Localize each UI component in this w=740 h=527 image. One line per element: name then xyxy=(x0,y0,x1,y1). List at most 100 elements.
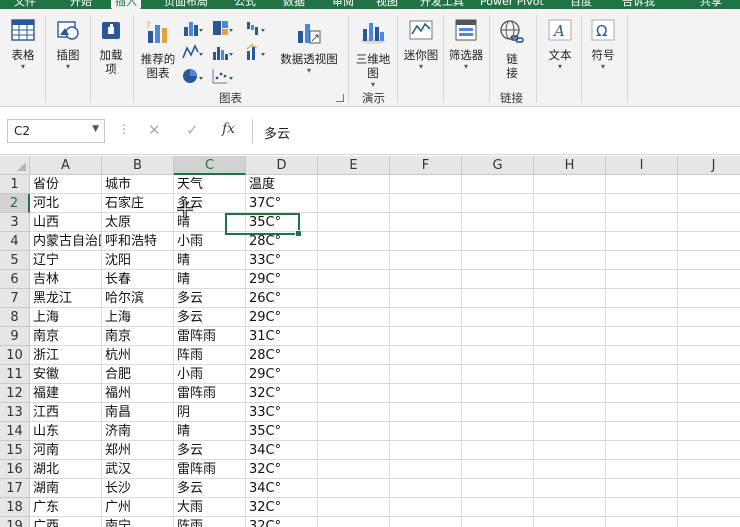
line-chart-icon[interactable] xyxy=(182,43,204,61)
addins-button[interactable]: 加载 项 xyxy=(94,19,128,76)
tab-developer[interactable]: 开发工具 xyxy=(420,0,464,9)
3d-map-button[interactable]: 三维地 图 ▾ xyxy=(353,19,393,90)
table-button[interactable]: 表格 ▾ xyxy=(6,19,40,72)
cell-a13[interactable]: 江西 xyxy=(30,403,101,422)
name-box[interactable]: C2 ▼ xyxy=(7,119,105,143)
column-header-a[interactable]: A xyxy=(30,156,102,175)
cell-d12[interactable]: 32C° xyxy=(246,384,317,403)
row-header-3[interactable]: 3 xyxy=(0,213,30,232)
cell-d13[interactable]: 33C° xyxy=(246,403,317,422)
tell-me-box[interactable]: 告诉我 xyxy=(622,0,655,9)
row-header-14[interactable]: 14 xyxy=(0,422,30,441)
row-header-15[interactable]: 15 xyxy=(0,441,30,460)
row-header-10[interactable]: 10 xyxy=(0,346,30,365)
cell-a2[interactable]: 河北 xyxy=(30,194,101,213)
cell-a16[interactable]: 湖北 xyxy=(30,460,101,479)
cell-d7[interactable]: 26C° xyxy=(246,289,317,308)
cell-b10[interactable]: 杭州 xyxy=(102,346,173,365)
cell-a9[interactable]: 南京 xyxy=(30,327,101,346)
cell-a7[interactable]: 黑龙江 xyxy=(30,289,101,308)
row-header-12[interactable]: 12 xyxy=(0,384,30,403)
cell-c14[interactable]: 晴 xyxy=(174,422,245,441)
cell-d14[interactable]: 35C° xyxy=(246,422,317,441)
cell-d9[interactable]: 31C° xyxy=(246,327,317,346)
cell-d5[interactable]: 33C° xyxy=(246,251,317,270)
column-header-d[interactable]: D xyxy=(246,156,318,175)
cell-b2[interactable]: 石家庄 xyxy=(102,194,173,213)
cell-b19[interactable]: 南宁 xyxy=(102,517,173,527)
row-header-11[interactable]: 11 xyxy=(0,365,30,384)
cell-d15[interactable]: 34C° xyxy=(246,441,317,460)
cell-a8[interactable]: 上海 xyxy=(30,308,101,327)
tab-home[interactable]: 开始 xyxy=(70,0,92,9)
row-header-2[interactable]: 2 xyxy=(0,194,30,213)
cell-c9[interactable]: 雷阵雨 xyxy=(174,327,245,346)
cell-a1[interactable]: 省份 xyxy=(30,175,101,194)
cell-a19[interactable]: 广西 xyxy=(30,517,101,527)
row-header-19[interactable]: 19 xyxy=(0,517,30,527)
tab-insert[interactable]: 插入 xyxy=(111,0,141,9)
row-header-16[interactable]: 16 xyxy=(0,460,30,479)
cell-b14[interactable]: 济南 xyxy=(102,422,173,441)
share-button[interactable]: 共享 xyxy=(700,0,722,9)
cell-d8[interactable]: 29C° xyxy=(246,308,317,327)
cell-c6[interactable]: 晴 xyxy=(174,270,245,289)
hierarchy-chart-icon[interactable] xyxy=(212,19,234,37)
cancel-icon[interactable]: ✕ xyxy=(148,121,161,139)
cell-a6[interactable]: 吉林 xyxy=(30,270,101,289)
cell-d18[interactable]: 32C° xyxy=(246,498,317,517)
waterfall-chart-icon[interactable] xyxy=(246,19,268,37)
tab-review[interactable]: 审阅 xyxy=(332,0,354,9)
column-header-b[interactable]: B xyxy=(102,156,174,175)
link-button[interactable]: 链 接 xyxy=(494,19,530,80)
cell-c7[interactable]: 多云 xyxy=(174,289,245,308)
tab-view[interactable]: 视图 xyxy=(376,0,398,9)
cell-c8[interactable]: 多云 xyxy=(174,308,245,327)
cell-b3[interactable]: 太原 xyxy=(102,213,173,232)
scatter-chart-icon[interactable] xyxy=(212,67,234,85)
row-header-1[interactable]: 1 xyxy=(0,175,30,194)
cell-c5[interactable]: 晴 xyxy=(174,251,245,270)
column-header-g[interactable]: G xyxy=(462,156,534,175)
tab-baidu[interactable]: 百度 xyxy=(570,0,592,9)
select-all-button[interactable] xyxy=(0,156,30,175)
tab-formulas[interactable]: 公式 xyxy=(234,0,256,9)
cell-a18[interactable]: 广东 xyxy=(30,498,101,517)
cell-b8[interactable]: 上海 xyxy=(102,308,173,327)
tab-power-pivot[interactable]: Power Pivot xyxy=(480,0,544,9)
cell-a15[interactable]: 河南 xyxy=(30,441,101,460)
filters-button[interactable]: 筛选器 ▾ xyxy=(446,19,486,72)
row-header-13[interactable]: 13 xyxy=(0,403,30,422)
cell-a10[interactable]: 浙江 xyxy=(30,346,101,365)
more-options-icon[interactable]: ⋮ xyxy=(118,122,130,136)
illustrations-button[interactable]: 插图 ▾ xyxy=(51,19,85,72)
cell-b13[interactable]: 南昌 xyxy=(102,403,173,422)
text-button[interactable]: A 文本 ▾ xyxy=(542,19,578,72)
pivotchart-button[interactable]: 数据透视图 ▾ xyxy=(278,19,340,76)
cell-a3[interactable]: 山西 xyxy=(30,213,101,232)
cell-b18[interactable]: 广州 xyxy=(102,498,173,517)
row-header-5[interactable]: 5 xyxy=(0,251,30,270)
cell-d6[interactable]: 29C° xyxy=(246,270,317,289)
row-header-18[interactable]: 18 xyxy=(0,498,30,517)
column-header-c[interactable]: C xyxy=(174,156,246,175)
recommended-charts-button[interactable]: ? 推荐的 图表 xyxy=(138,19,178,80)
cell-c19[interactable]: 阵雨 xyxy=(174,517,245,527)
cell-c12[interactable]: 雷阵雨 xyxy=(174,384,245,403)
cell-b16[interactable]: 武汉 xyxy=(102,460,173,479)
cell-b7[interactable]: 哈尔滨 xyxy=(102,289,173,308)
symbols-button[interactable]: Ω 符号 ▾ xyxy=(585,19,621,72)
cell-b5[interactable]: 沈阳 xyxy=(102,251,173,270)
cell-b6[interactable]: 长春 xyxy=(102,270,173,289)
column-header-e[interactable]: E xyxy=(318,156,390,175)
cell-b1[interactable]: 城市 xyxy=(102,175,173,194)
cell-a17[interactable]: 湖南 xyxy=(30,479,101,498)
charts-dialog-launcher[interactable] xyxy=(336,94,344,102)
column-header-j[interactable]: J xyxy=(678,156,740,175)
row-header-9[interactable]: 9 xyxy=(0,327,30,346)
cell-d11[interactable]: 29C° xyxy=(246,365,317,384)
column-header-f[interactable]: F xyxy=(390,156,462,175)
cell-c16[interactable]: 雷阵雨 xyxy=(174,460,245,479)
cell-b15[interactable]: 郑州 xyxy=(102,441,173,460)
enter-icon[interactable]: ✓ xyxy=(186,121,199,139)
